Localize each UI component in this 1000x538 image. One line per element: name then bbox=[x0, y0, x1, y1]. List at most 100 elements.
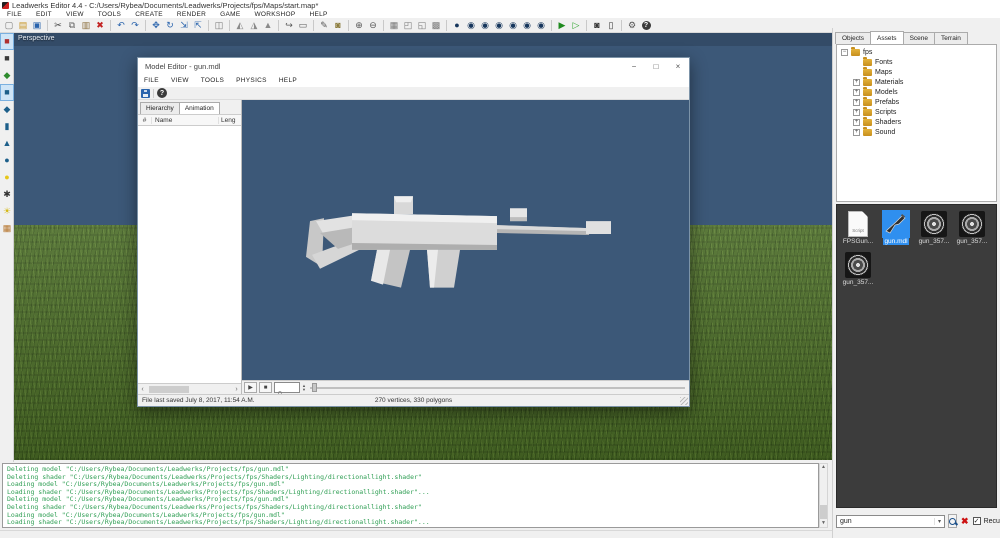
asset-item-gun-357-[interactable]: gun_357... bbox=[915, 210, 953, 245]
toolbar-copy-button[interactable]: ⧉ bbox=[65, 19, 79, 32]
toolbar-globe-7-button[interactable]: ◉ bbox=[534, 19, 548, 32]
toolbar-move-button[interactable]: ✥ bbox=[149, 19, 163, 32]
expand-icon[interactable]: + bbox=[853, 99, 860, 106]
asset-item-gun-mdl[interactable]: gun.mdl bbox=[877, 210, 915, 245]
asset-item-gun-357-[interactable]: gun_357... bbox=[839, 251, 877, 286]
search-input[interactable] bbox=[837, 516, 934, 527]
toolbar-marquee-select-button[interactable]: ◫ bbox=[212, 19, 226, 32]
console-scrollbar[interactable]: ▲ ▼ bbox=[819, 463, 828, 528]
cone-button[interactable]: ▲ bbox=[0, 135, 14, 152]
toolbar-globe-4-button[interactable]: ◉ bbox=[492, 19, 506, 32]
expand-icon[interactable]: + bbox=[853, 109, 860, 116]
frame-stepper[interactable]: ▲▼ bbox=[302, 384, 306, 392]
me-menu-file[interactable]: FILE bbox=[138, 77, 165, 84]
scroll-right-icon[interactable]: › bbox=[232, 386, 241, 393]
clear-search-button[interactable]: ✖ bbox=[960, 514, 970, 528]
toolbar-globe-1-button[interactable]: ● bbox=[450, 19, 464, 32]
brush-box-red-button[interactable]: ■ bbox=[0, 33, 14, 50]
menu-create[interactable]: CREATE bbox=[128, 11, 170, 18]
toolbar-cut-button[interactable]: ✂ bbox=[51, 19, 65, 32]
toolbar-help-button[interactable]: ? bbox=[639, 19, 653, 32]
tree-item-root[interactable]: −fps bbox=[837, 47, 996, 57]
toolbar-layout-single-button[interactable]: ◰ bbox=[401, 19, 415, 32]
menu-file[interactable]: FILE bbox=[0, 11, 29, 18]
wedge-blue-button[interactable]: ◆ bbox=[0, 101, 14, 118]
scrollbar-thumb[interactable] bbox=[820, 505, 827, 519]
asset-item-fpsgun-[interactable]: ScriptFPSGun... bbox=[839, 210, 877, 245]
toolbar-link-button[interactable]: ↪ bbox=[282, 19, 296, 32]
tree-item-scripts[interactable]: +Scripts bbox=[837, 107, 996, 117]
toolbar-terrain-raise-button[interactable]: ◭ bbox=[233, 19, 247, 32]
stop-animation-button[interactable]: ■ bbox=[259, 382, 272, 393]
me-menu-physics[interactable]: PHYSICS bbox=[230, 77, 273, 84]
menu-tools[interactable]: TOOLS bbox=[91, 11, 128, 18]
menu-help[interactable]: HELP bbox=[303, 11, 335, 18]
scroll-left-icon[interactable]: ‹ bbox=[138, 386, 147, 393]
toolbar-run-button[interactable]: ▶ bbox=[555, 19, 569, 32]
side-panel-hscrollbar[interactable]: ‹ › bbox=[138, 383, 241, 394]
me-menu-view[interactable]: VIEW bbox=[165, 77, 195, 84]
toolbar-globe-6-button[interactable]: ◉ bbox=[520, 19, 534, 32]
tree-item-prefabs[interactable]: +Prefabs bbox=[837, 97, 996, 107]
animation-list[interactable] bbox=[138, 126, 241, 383]
menu-view[interactable]: VIEW bbox=[59, 11, 91, 18]
minimize-button[interactable]: − bbox=[623, 58, 645, 74]
toolbar-camera-button[interactable]: ◙ bbox=[590, 19, 604, 32]
toolbar-redo-button[interactable]: ↷ bbox=[128, 19, 142, 32]
toolbar-grid-snap-button[interactable]: ▦ bbox=[387, 19, 401, 32]
hscrollbar-thumb[interactable] bbox=[149, 386, 189, 393]
toolbar-save-button[interactable]: ▣ bbox=[30, 19, 44, 32]
save-model-icon[interactable] bbox=[141, 89, 150, 98]
toolbar-layout-split-button[interactable]: ◱ bbox=[415, 19, 429, 32]
tab-objects[interactable]: Objects bbox=[835, 32, 871, 44]
expand-icon[interactable]: + bbox=[853, 89, 860, 96]
toolbar-lock-button[interactable]: ◙ bbox=[331, 19, 345, 32]
wedge-green-button[interactable]: ◆ bbox=[0, 67, 14, 84]
tree-item-shaders[interactable]: +Shaders bbox=[837, 117, 996, 127]
menu-workshop[interactable]: WORKSHOP bbox=[247, 11, 302, 18]
combobox-dropdown-icon[interactable]: ▾ bbox=[934, 518, 944, 525]
toolbar-select-button[interactable]: ⇱ bbox=[191, 19, 205, 32]
toolbar-rotate-button[interactable]: ↻ bbox=[163, 19, 177, 32]
toolbar-delete-button[interactable]: ✖ bbox=[93, 19, 107, 32]
timeline-slider[interactable] bbox=[308, 382, 687, 393]
menu-game[interactable]: GAME bbox=[213, 11, 247, 18]
me-menu-tools[interactable]: TOOLS bbox=[195, 77, 230, 84]
toolbar-globe-3-button[interactable]: ◉ bbox=[478, 19, 492, 32]
toolbar-zoom-out-button[interactable]: ⊖ bbox=[366, 19, 380, 32]
toolbar-globe-5-button[interactable]: ◉ bbox=[506, 19, 520, 32]
expand-icon[interactable]: + bbox=[853, 79, 860, 86]
collapse-icon[interactable]: − bbox=[841, 49, 848, 56]
menu-edit[interactable]: EDIT bbox=[29, 11, 59, 18]
toolbar-terrain-lower-button[interactable]: ◮ bbox=[247, 19, 261, 32]
toolbar-debug-run-button[interactable]: ▷ bbox=[569, 19, 583, 32]
toolbar-zoom-in-button[interactable]: ⊕ bbox=[352, 19, 366, 32]
close-button[interactable]: × bbox=[667, 58, 689, 74]
me-menu-help[interactable]: HELP bbox=[273, 77, 303, 84]
expand-icon[interactable]: + bbox=[853, 119, 860, 126]
me-tab-hierarchy[interactable]: Hierarchy bbox=[140, 102, 180, 114]
tab-terrain[interactable]: Terrain bbox=[934, 32, 968, 44]
tree-item-models[interactable]: +Models bbox=[837, 87, 996, 97]
tree-item-sound[interactable]: +Sound bbox=[837, 127, 996, 137]
toolbar-new-file-button[interactable]: ▢ bbox=[2, 19, 16, 32]
search-combobox[interactable]: ▾ bbox=[836, 515, 945, 528]
me-tab-animation[interactable]: Animation bbox=[179, 102, 220, 114]
tree-item-maps[interactable]: +Maps bbox=[837, 67, 996, 77]
toolbar-open-folder-button[interactable]: ▤ bbox=[16, 19, 30, 32]
resize-grip[interactable] bbox=[680, 397, 688, 405]
recursive-checkbox[interactable]: ✓ bbox=[973, 517, 981, 525]
model-viewport[interactable] bbox=[242, 100, 689, 380]
timeline-thumb[interactable] bbox=[312, 383, 317, 392]
sphere-button[interactable]: ● bbox=[0, 152, 14, 169]
scroll-up-icon[interactable]: ▲ bbox=[821, 464, 826, 471]
toolbar-terrain-paint-button[interactable]: ▲ bbox=[261, 19, 275, 32]
tree-item-fonts[interactable]: +Fonts bbox=[837, 57, 996, 67]
model-editor-title-bar[interactable]: Model Editor - gun.mdl − □ × bbox=[138, 58, 689, 74]
play-animation-button[interactable]: ▶ bbox=[244, 382, 257, 393]
brush-box-dark-button[interactable]: ■ bbox=[0, 50, 14, 67]
toolbar-globe-2-button[interactable]: ◉ bbox=[464, 19, 478, 32]
frame-field[interactable] bbox=[274, 382, 300, 393]
menu-render[interactable]: RENDER bbox=[170, 11, 213, 18]
toolbar-scale-button[interactable]: ⇲ bbox=[177, 19, 191, 32]
